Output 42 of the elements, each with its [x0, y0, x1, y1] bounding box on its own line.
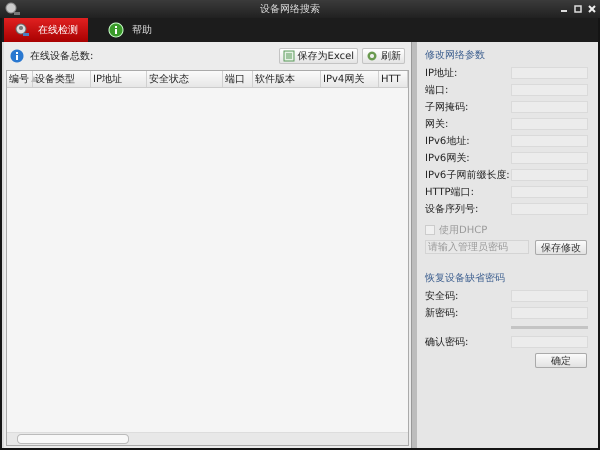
field-label: 端口:	[425, 84, 450, 96]
splitter-handle[interactable]	[411, 42, 417, 448]
field-label: HTTP端口:	[425, 186, 475, 198]
column-header[interactable]: 端口	[223, 71, 253, 87]
field-label: 确认密码:	[425, 336, 470, 348]
device-count-label: 在线设备总数:	[30, 50, 94, 63]
field-label: 设备序列号:	[425, 202, 480, 216]
confirm-button[interactable]: 确定	[535, 353, 587, 368]
section-title: 恢复设备缺省密码	[425, 272, 506, 286]
field-label: IPv6地址:	[425, 134, 471, 148]
column-header[interactable]: IPv4网关	[321, 71, 379, 87]
toolbar-button[interactable]: 保存为Excel	[278, 48, 358, 64]
maximize-icon[interactable]	[574, 5, 582, 13]
save-button[interactable]: 保存修改	[535, 240, 587, 254]
refresh-icon	[366, 50, 378, 62]
section-title: 修改网络参数	[425, 48, 486, 63]
sheet-icon	[282, 50, 295, 62]
window-title: 设备网络搜索	[259, 2, 321, 16]
column-header[interactable]: 编号	[7, 71, 33, 87]
horizontal-scrollbar[interactable]	[7, 432, 408, 445]
column-header[interactable]: 安全状态	[147, 71, 223, 87]
field-label: IP地址:	[425, 66, 458, 80]
password-field[interactable]: 请输入管理员密码	[425, 240, 529, 254]
tab[interactable]: 在线检测	[4, 18, 88, 42]
close-icon[interactable]	[588, 5, 596, 13]
info-icon	[10, 49, 24, 63]
field-label: IPv6网关:	[425, 152, 471, 164]
column-header[interactable]: IP地址	[91, 71, 147, 87]
info-icon	[108, 22, 124, 38]
magnifier-icon	[4, 1, 20, 17]
column-header[interactable]: HTT	[379, 71, 408, 87]
field-label: 新密码:	[425, 306, 460, 320]
column-header[interactable]: 设备类型	[33, 71, 91, 87]
field-label: IPv6子网前缀长度:	[425, 168, 511, 182]
toolbar-button[interactable]: 刷新	[362, 48, 406, 64]
sort-icon	[31, 76, 37, 82]
column-header[interactable]: 软件版本	[253, 71, 321, 87]
field-label: 安全码:	[425, 290, 460, 302]
field-label: 网关:	[425, 118, 450, 130]
checkbox-label: 使用DHCP	[439, 224, 488, 237]
magnifier-icon	[14, 22, 30, 38]
field-label: 子网掩码:	[425, 100, 470, 114]
